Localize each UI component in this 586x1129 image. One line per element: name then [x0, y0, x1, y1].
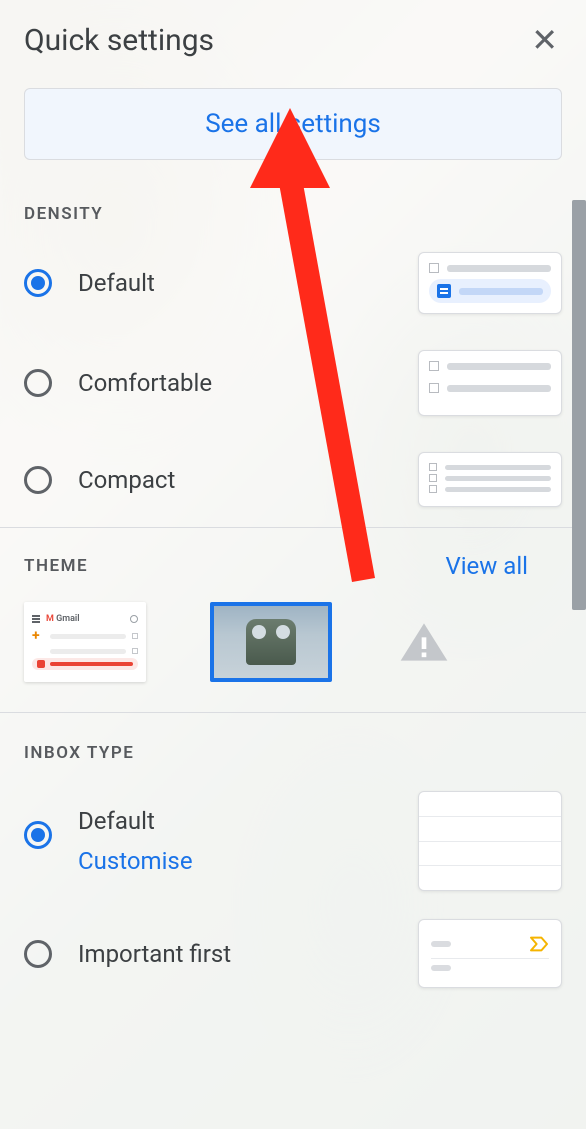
radio-icon — [24, 269, 52, 297]
radio-icon — [24, 940, 52, 968]
radio-icon — [24, 369, 52, 397]
density-option-default[interactable]: Default — [24, 252, 562, 314]
density-option-compact[interactable]: Compact — [24, 452, 562, 507]
theme-option-selected[interactable] — [210, 602, 332, 682]
density-label: Compact — [78, 466, 175, 494]
menu-icon — [32, 615, 40, 623]
theme-image-icon — [246, 619, 296, 665]
theme-view-all-link[interactable]: View all — [445, 552, 528, 580]
header: Quick settings ✕ — [24, 20, 562, 60]
plus-icon: + — [32, 628, 44, 644]
inbox-type-label: Important first — [78, 940, 231, 968]
customise-link[interactable]: Customise — [78, 847, 193, 875]
density-label: Default — [78, 269, 155, 297]
density-option-comfortable[interactable]: Comfortable — [24, 350, 562, 416]
close-icon: ✕ — [531, 21, 558, 59]
warning-icon — [396, 618, 452, 666]
density-preview-compact — [418, 452, 562, 507]
theme-option-light[interactable]: M Gmail + — [24, 602, 146, 682]
radio-icon — [24, 466, 52, 494]
search-icon — [130, 615, 138, 623]
gmail-logo-icon: M Gmail — [46, 614, 80, 624]
panel-title: Quick settings — [24, 23, 214, 58]
inbox-type-label: Default — [78, 807, 193, 835]
density-preview-default — [418, 252, 562, 314]
inbox-type-heading: INBOX TYPE — [24, 743, 562, 763]
density-heading: DENSITY — [24, 204, 562, 224]
theme-option-placeholder[interactable] — [396, 618, 452, 666]
divider — [0, 712, 586, 713]
quick-settings-panel: Quick settings ✕ See all settings DENSIT… — [0, 0, 586, 1129]
inbox-type-option-default[interactable]: Default Customise — [24, 791, 562, 891]
radio-icon — [24, 821, 52, 849]
theme-heading: THEME — [24, 556, 88, 576]
scrollbar-thumb[interactable] — [572, 200, 586, 610]
theme-thumbnails: M Gmail + — [24, 602, 562, 682]
close-button[interactable]: ✕ — [527, 20, 562, 60]
inbox-type-preview-important — [418, 919, 562, 988]
inbox-icon — [37, 660, 45, 668]
important-marker-icon — [529, 936, 549, 952]
message-icon — [437, 284, 451, 298]
density-preview-comfortable — [418, 350, 562, 416]
divider — [0, 527, 586, 528]
density-label: Comfortable — [78, 369, 212, 397]
scrollbar[interactable] — [572, 200, 586, 610]
inbox-type-option-important-first[interactable]: Important first — [24, 919, 562, 988]
inbox-type-preview-default — [418, 791, 562, 891]
see-all-settings-button[interactable]: See all settings — [24, 88, 562, 160]
